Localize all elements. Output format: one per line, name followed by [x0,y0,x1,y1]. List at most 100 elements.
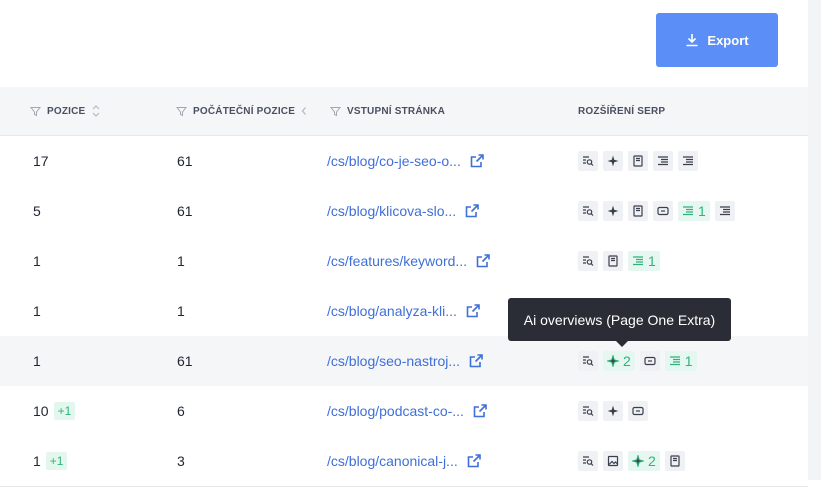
header-landing-page[interactable]: VSTUPNÍ STRÁNKA [330,87,445,135]
landing-page-link[interactable]: /cs/blog/canonical-j... [327,453,458,469]
list-icon[interactable] [714,201,735,221]
header-position[interactable]: POZICE [30,87,101,135]
landing-page-link[interactable]: /cs/blog/seo-nastroj... [327,353,460,369]
serp-features-cell: 21 [578,336,697,386]
landing-page-link[interactable]: /cs/blog/analyza-kli... [327,303,457,319]
download-icon [686,34,698,47]
landing-page-cell[interactable]: /cs/blog/analyza-kli... [327,286,481,336]
export-button[interactable]: Export [656,13,778,67]
position-value: 1 [33,253,41,269]
feature-count: 1 [698,203,706,219]
serp-features-cell: 2 [578,436,685,486]
external-link-icon[interactable] [466,453,482,469]
serp-search-icon[interactable] [578,201,598,221]
external-link-icon[interactable] [465,303,481,319]
sparkle-icon[interactable] [603,151,623,171]
landing-page-cell[interactable]: /cs/blog/klicova-slo... [327,186,480,236]
list-icon[interactable] [653,151,673,171]
table-row[interactable]: 1 +1 3 /cs/blog/canonical-j... 2 [0,436,808,487]
feature-count: 2 [648,453,656,469]
chat-icon[interactable] [653,201,673,221]
initial-position-value: 1 [177,303,185,319]
filter-icon[interactable] [30,106,41,117]
initial-position-cell: 61 [177,136,193,186]
serp-features-cell [578,136,698,186]
position-value: 5 [33,203,41,219]
right-scroll-panel [808,0,821,480]
position-change-badge: +1 [45,452,68,470]
position-cell: 17 [33,136,49,186]
table-row[interactable]: 1 61 /cs/blog/seo-nastroj... 21 [0,336,808,387]
export-label: Export [707,32,749,48]
feature-count: 1 [684,353,693,369]
landing-page-link[interactable]: /cs/blog/co-je-seo-o... [327,153,461,169]
chat-icon[interactable] [639,351,660,371]
image-icon[interactable] [603,451,623,471]
initial-position-value: 61 [177,203,193,219]
landing-page-cell[interactable]: /cs/blog/seo-nastroj... [327,336,484,386]
sort-icon[interactable] [301,104,307,118]
serp-search-icon[interactable] [578,251,598,271]
initial-position-cell: 61 [177,336,193,386]
list-icon[interactable]: 1 [678,201,710,221]
landing-page-link[interactable]: /cs/blog/podcast-co-... [327,403,464,419]
serp-search-icon[interactable] [578,351,598,371]
serp-features-cell [578,386,648,436]
header-initial-position[interactable]: POČÁTEČNÍ POZICE [176,87,307,135]
filter-icon[interactable] [330,106,341,117]
serp-search-icon[interactable] [578,401,598,421]
list-icon[interactable]: 1 [628,251,660,271]
landing-page-cell[interactable]: /cs/blog/co-je-seo-o... [327,136,485,186]
sparkle-icon[interactable] [603,201,623,221]
position-value: 1 [33,303,41,319]
external-link-icon[interactable] [464,203,480,219]
sparkle-icon[interactable]: 2 [628,451,660,471]
initial-position-value: 1 [177,253,185,269]
table-row[interactable]: 17 61 /cs/blog/co-je-seo-o... [0,136,808,187]
initial-position-value: 61 [177,153,193,169]
position-cell: 1 [33,286,41,336]
book-icon[interactable] [628,201,648,221]
landing-page-cell[interactable]: /cs/features/keyword... [327,236,491,286]
serp-search-icon[interactable] [578,151,598,171]
sparkle-icon[interactable] [603,401,623,421]
position-cell: 1 +1 [33,436,68,486]
filter-icon[interactable] [176,106,187,117]
list-icon[interactable] [678,151,698,171]
serp-features-cell: 1 [578,236,660,286]
book-icon[interactable] [628,151,648,171]
landing-page-link[interactable]: /cs/blog/klicova-slo... [327,203,456,219]
position-value: 17 [33,153,49,169]
list-icon[interactable]: 1 [664,351,697,371]
landing-page-link[interactable]: /cs/features/keyword... [327,253,467,269]
sparkle-icon[interactable]: 2 [603,351,635,371]
header-serp-features: ROZŠÍŘENÍ SERP [578,105,666,117]
book-icon[interactable] [664,451,685,471]
initial-position-cell: 1 [177,286,185,336]
table-row[interactable]: 5 61 /cs/blog/klicova-slo... 1 [0,186,808,237]
sort-icon[interactable] [91,104,101,118]
tooltip-text: Ai overviews (Page One Extra) [523,311,716,328]
landing-page-cell[interactable]: /cs/blog/podcast-co-... [327,386,488,436]
external-link-icon[interactable] [469,153,485,169]
external-link-icon[interactable] [468,353,484,369]
chat-icon[interactable] [628,401,648,421]
position-cell: 10 +1 [33,386,76,436]
table-row[interactable]: 1 1 /cs/features/keyword... 1 [0,236,808,287]
landing-page-cell[interactable]: /cs/blog/canonical-j... [327,436,482,486]
serp-features-cell: 1 [578,186,735,236]
external-link-icon[interactable] [472,403,488,419]
initial-position-cell: 61 [177,186,193,236]
position-cell: 5 [33,186,41,236]
position-value: 1 [33,453,41,469]
initial-position-cell: 3 [177,436,185,486]
book-icon[interactable] [603,251,623,271]
initial-position-value: 61 [177,353,193,369]
position-cell: 1 [33,336,41,386]
position-change-badge: +1 [53,402,76,420]
initial-position-cell: 1 [177,236,185,286]
external-link-icon[interactable] [475,253,491,269]
table-row[interactable]: 10 +1 6 /cs/blog/podcast-co-... [0,386,808,437]
feature-count: 2 [623,353,631,369]
serp-search-icon[interactable] [578,451,598,471]
